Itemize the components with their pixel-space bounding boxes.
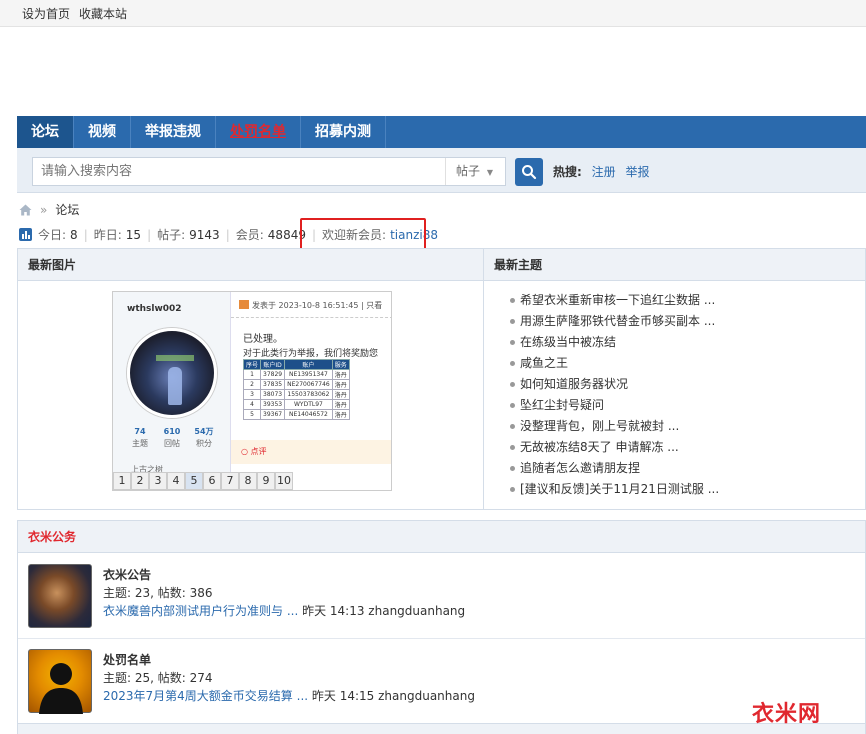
last-post-info: 昨天 14:13 zhangduanhang [302,604,466,618]
table-row: 2 37835 NE270067746 洛丹 [242,379,350,390]
list-item[interactable]: 希望衣米重新审核一下追红尘数据 ... [510,290,719,311]
forum-icon-warrior[interactable] [28,564,92,628]
forum-row-announcement: 衣米公告 主题: 23, 帖数: 386 衣米魔兽内部测试用户行为准则与 ...… [18,554,865,639]
image-pager: 1 2 3 4 5 6 7 8 9 10 [113,472,293,490]
latest-image-preview[interactable]: wthslw002 74 主题 610 回帖 54万 积分 上古之树 发表于 2023… [112,291,392,491]
search-input[interactable] [33,158,446,185]
nav-item-video[interactable]: 视频 [74,116,131,148]
pager-8[interactable]: 8 [239,472,257,490]
pager-6[interactable]: 6 [203,472,221,490]
forum-meta: 主题: 25, 帖数: 274 [103,671,213,685]
latest-images-section: 最新图片 wthslw002 74 主题 610 回帖 54万 积分 上古之树 发表于… [18,249,484,509]
stat-posts-label: 帖子: [157,228,186,242]
preview-username: wthslw002 [127,304,182,314]
search-type-label: 帖子 [456,164,481,178]
stat-yesterday-label: 昨日: [93,228,122,242]
preview-table: 序号 账户ID 账户 服务 1 37829 NE13951347 洛丹 2 37835 N… [242,359,350,420]
latest-topics-list: 希望衣米重新审核一下追红尘数据 ... 用源生萨隆邪铁代替金币够买副本 ... … [510,290,719,500]
preview-stat-replies: 610 回帖 [163,427,181,448]
list-item[interactable]: 追随者怎么邀请朋友捏 [510,458,719,479]
silhouette-icon [39,663,83,714]
breadcrumb-current[interactable]: 论坛 [55,201,79,218]
table-row: 3 38073 15503783062 洛丹 [242,389,350,400]
chevron-down-icon: ▼ [486,168,493,177]
list-item[interactable]: 没整理背包，刚上号就被封 ... [510,416,719,437]
forum-icon-silhouette[interactable] [28,649,92,714]
list-item[interactable]: 坠红尘封号疑问 [510,395,719,416]
hot-link-register[interactable]: 注册 [592,165,616,179]
preview-notice: 对于此类行为举报，我们将奖励您 [243,349,379,359]
home-icon[interactable] [19,204,32,216]
latest-panel: 最新图片 wthslw002 74 主题 610 回帖 54万 积分 上古之树 发表于… [17,248,866,510]
breadcrumb-separator: » [40,202,48,217]
bookmark-link[interactable]: 收藏本站 [79,5,127,22]
table-row: 4 39353 WYDTL97 洛丹 [242,399,350,410]
forum-meta: 主题: 23, 帖数: 386 [103,586,213,600]
stat-today-value: 8 [70,227,78,242]
table-row: 1 37829 NE13951347 洛丹 [242,369,350,380]
preview-stat-points: 54万 积分 [194,427,214,448]
list-item[interactable]: 如何知道服务器状况 [510,374,719,395]
chart-icon [19,228,32,241]
list-item[interactable]: 用源生萨隆邪铁代替金币够买副本 ... [510,311,719,332]
list-item[interactable]: 咸鱼之王 [510,353,719,374]
forum-board: 衣米公务 衣米公告 主题: 23, 帖数: 386 衣米魔兽内部测试用户行为准则… [17,520,866,734]
nav-item-report[interactable]: 举报违规 [131,116,216,148]
latest-images-title: 最新图片 [28,258,77,272]
latest-topics-title: 最新主题 [494,258,543,272]
pager-2[interactable]: 2 [131,472,149,490]
preview-comment: ○ 点评 [231,440,391,464]
table-row: 5 39367 NE14046572 洛丹 [242,409,350,420]
post-icon [239,300,249,309]
last-post-link[interactable]: 2023年7月第4周大额金币交易结算 ... [103,689,308,703]
hot-search-label: 热搜: [553,165,582,179]
hot-link-report[interactable]: 举报 [625,165,649,179]
main-nav: 论坛 视频 举报违规 处罚名单 招募内测 [17,116,866,148]
pager-5[interactable]: 5 [185,472,203,490]
preview-processed: 已处理。 [243,334,283,345]
last-post-link[interactable]: 衣米魔兽内部测试用户行为准则与 ... [103,604,298,618]
forum-last-post: 2023年7月第4周大额金币交易结算 ... 昨天 14:15 zhangdua… [103,687,475,704]
stat-yesterday-value: 15 [125,227,142,242]
list-item[interactable]: [建议和反馈]关于11月21日测试服 ... [510,479,719,500]
hot-search: 热搜: 注册 举报 [553,163,656,180]
comment-icon: ○ [241,447,251,456]
search-row: 帖子 ▼ 热搜: 注册 举报 [17,148,866,193]
forum-title[interactable]: 衣米公告 [103,566,151,583]
pager-4[interactable]: 4 [167,472,185,490]
preview-stat-topics: 74 主题 [132,427,148,448]
avatar [127,328,217,418]
set-home-link[interactable]: 设为首页 [22,5,70,22]
nav-item-penalty-list[interactable]: 处罚名单 [216,116,301,148]
stat-posts-value: 9143 [189,227,220,242]
next-board-header [18,723,865,734]
latest-topics-section: 最新主题 希望衣米重新审核一下追红尘数据 ... 用源生萨隆邪铁代替金币够买副本… [484,249,865,509]
pager-9[interactable]: 9 [257,472,275,490]
forum-title[interactable]: 处罚名单 [103,651,151,668]
search-icon [522,165,537,180]
board-title[interactable]: 衣米公务 [18,521,865,553]
stat-today-label: 今日: [38,228,67,242]
pager-7[interactable]: 7 [221,472,239,490]
preview-post-header: 发表于 2023-10-8 16:51:45 | 只看 [252,301,383,310]
forum-last-post: 衣米魔兽内部测试用户行为准则与 ... 昨天 14:13 zhangduanha… [103,602,465,619]
pager-10[interactable]: 10 [275,472,293,490]
breadcrumb: » 论坛 [19,201,79,218]
pager-3[interactable]: 3 [149,472,167,490]
watermark-logo: 衣米网 [752,702,822,727]
stat-members-label: 会员: [235,228,264,242]
last-post-info: 昨天 14:15 zhangduanhang [311,689,475,703]
list-item[interactable]: 无故被冻结8天了 申请解冻 ... [510,437,719,458]
pager-1[interactable]: 1 [113,472,131,490]
search-type-select[interactable]: 帖子 ▼ [445,158,505,185]
search-box: 帖子 ▼ [32,157,506,186]
nav-item-forum[interactable]: 论坛 [17,116,74,148]
forum-row-penalty: 处罚名单 主题: 25, 帖数: 274 2023年7月第4周大额金币交易结算 … [18,639,865,724]
top-bar: 设为首页 收藏本站 [0,0,866,27]
nav-item-recruit[interactable]: 招募内测 [301,116,386,148]
list-item[interactable]: 在练级当中被冻结 [510,332,719,353]
search-button[interactable] [515,158,543,186]
